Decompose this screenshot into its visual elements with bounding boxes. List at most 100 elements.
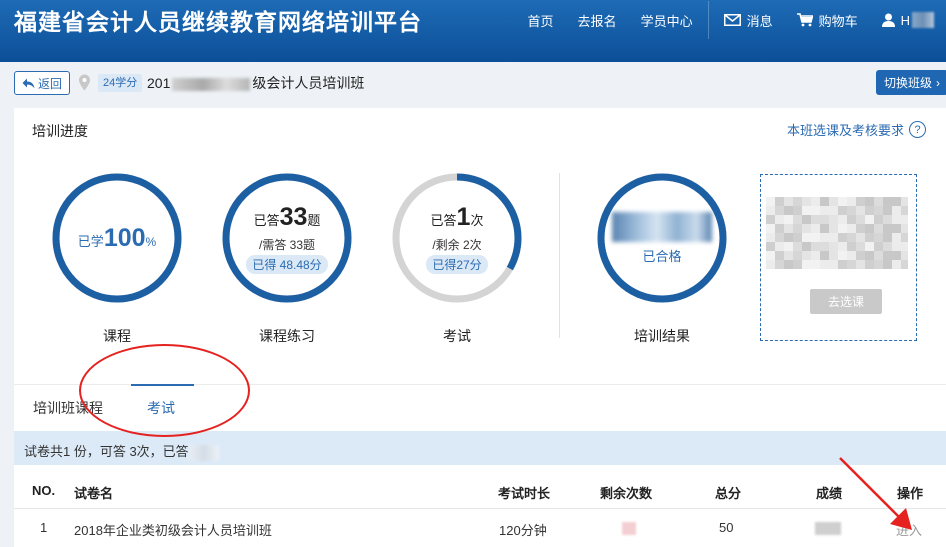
mosaic-cell xyxy=(838,242,847,251)
mosaic-cell xyxy=(838,206,847,215)
mosaic-cell xyxy=(874,197,883,206)
class-title: 201 级会计人员培训班 xyxy=(147,74,364,92)
mosaic-cell xyxy=(865,206,874,215)
mosaic-cell xyxy=(838,224,847,233)
mosaic-cell xyxy=(811,242,820,251)
mosaic-cell xyxy=(775,233,784,242)
col-header-name: 试卷名 xyxy=(74,486,114,501)
mosaic-cell xyxy=(883,215,892,224)
mosaic-cell xyxy=(874,206,883,215)
nav-home[interactable]: 首页 xyxy=(516,0,566,40)
mosaic-cell xyxy=(865,233,874,242)
exam-unit: 次 xyxy=(470,212,484,228)
mosaic-cell xyxy=(865,251,874,260)
nav-messages[interactable]: 消息 xyxy=(712,0,785,40)
nav-cart[interactable]: 购物车 xyxy=(785,0,870,40)
mosaic-cell xyxy=(766,224,775,233)
mosaic-cell xyxy=(847,260,856,269)
switch-class-button[interactable]: 切换班级 › xyxy=(876,70,946,95)
mosaic-cell xyxy=(829,233,838,242)
col-header-total: 总分 xyxy=(715,486,742,501)
mosaic-cell xyxy=(856,251,865,260)
mosaic-cell xyxy=(892,215,901,224)
exam-score-badge: 已得27分 xyxy=(426,254,488,274)
exam-summary: 试卷共1 份，可答 3次，已答 xyxy=(24,441,219,461)
mosaic-cell xyxy=(784,260,793,269)
question-icon: ? xyxy=(909,121,927,138)
mosaic-cell xyxy=(856,224,865,233)
exam-count: 1 xyxy=(456,202,471,231)
mosaic-cell xyxy=(811,215,820,224)
rules-link[interactable]: 本班选课及考核要求 ? xyxy=(787,120,927,139)
mosaic-cell xyxy=(811,206,820,215)
nav-student-center[interactable]: 学员中心 xyxy=(629,0,705,40)
mosaic-cell xyxy=(883,251,892,260)
mosaic-cell xyxy=(829,242,838,251)
row-duration: 120分钟 xyxy=(499,523,547,538)
select-course-button[interactable]: 去选课 xyxy=(810,289,882,314)
mosaic-cell xyxy=(856,233,865,242)
redacted-result-score xyxy=(612,211,712,242)
mosaic-cell xyxy=(847,242,856,251)
mosaic-cell xyxy=(775,251,784,260)
mosaic-cell xyxy=(775,197,784,206)
location-pin-icon xyxy=(79,74,90,91)
mosaic-cell xyxy=(901,251,908,260)
mosaic-cell xyxy=(856,260,865,269)
mosaic-cell xyxy=(838,233,847,242)
mosaic-cell xyxy=(874,260,883,269)
mosaic-cell xyxy=(901,242,908,251)
mosaic-cell xyxy=(820,224,829,233)
mosaic-cell xyxy=(820,215,829,224)
mosaic-cell xyxy=(847,233,856,242)
mosaic-cell xyxy=(838,197,847,206)
mosaic-cell xyxy=(892,251,901,260)
class-title-suffix: 级会计人员培训班 xyxy=(252,75,365,91)
mosaic-cell xyxy=(856,242,865,251)
back-button[interactable]: 返回 xyxy=(14,71,70,95)
mosaic-cell xyxy=(901,215,908,224)
table-header-divider xyxy=(14,508,946,509)
mosaic-cell xyxy=(847,224,856,233)
practice-count: 33 xyxy=(279,202,308,231)
training-card: 培训进度 本班选课及考核要求 ? 已学 100 % 课程 已答 33 题 /需答… xyxy=(14,108,946,547)
mosaic-cell xyxy=(892,197,901,206)
exam-answered: 已答 1 次 xyxy=(431,203,484,232)
mosaic-cell xyxy=(766,197,775,206)
back-label: 返回 xyxy=(37,76,62,91)
mosaic-cell xyxy=(775,260,784,269)
mosaic-cell xyxy=(793,242,802,251)
mosaic-cell xyxy=(829,215,838,224)
mosaic-cell xyxy=(901,224,908,233)
mosaic-cell xyxy=(838,215,847,224)
mosaic-cell xyxy=(865,197,874,206)
practice-score-badge: 已得 48.48分 xyxy=(246,254,328,274)
course-selection-box: 去选课 xyxy=(760,174,917,341)
practice-unit: 题 xyxy=(307,212,321,228)
mosaic-cell xyxy=(856,197,865,206)
mosaic-cell xyxy=(847,215,856,224)
mosaic-cell xyxy=(829,260,838,269)
row-total: 50 xyxy=(719,520,734,535)
mosaic-cell xyxy=(820,260,829,269)
class-title-prefix: 201 xyxy=(147,75,171,91)
row-exam-name: 2018年企业类初级会计人员培训班 xyxy=(74,523,272,538)
nav-register[interactable]: 去报名 xyxy=(566,0,629,40)
mosaic-cell xyxy=(838,251,847,260)
top-header: 福建省会计人员继续教育网络培训平台 首页 去报名 学员中心 消息 购物车 H xyxy=(0,0,946,62)
nav-user[interactable]: H xyxy=(870,0,946,40)
mosaic-cell xyxy=(802,206,811,215)
mosaic-cell xyxy=(784,197,793,206)
mosaic-cell xyxy=(802,251,811,260)
mosaic-cell xyxy=(793,233,802,242)
mosaic-cell xyxy=(901,206,908,215)
mosaic-cell xyxy=(766,233,775,242)
mosaic-cell xyxy=(865,224,874,233)
course-caption: 课程 xyxy=(103,328,131,344)
mosaic-cell xyxy=(766,242,775,251)
mosaic-cell xyxy=(856,206,865,215)
course-progress-value: 已学 100 % xyxy=(78,224,156,253)
mosaic-cell xyxy=(793,197,802,206)
mosaic-cell xyxy=(892,206,901,215)
mosaic-cell xyxy=(766,251,775,260)
